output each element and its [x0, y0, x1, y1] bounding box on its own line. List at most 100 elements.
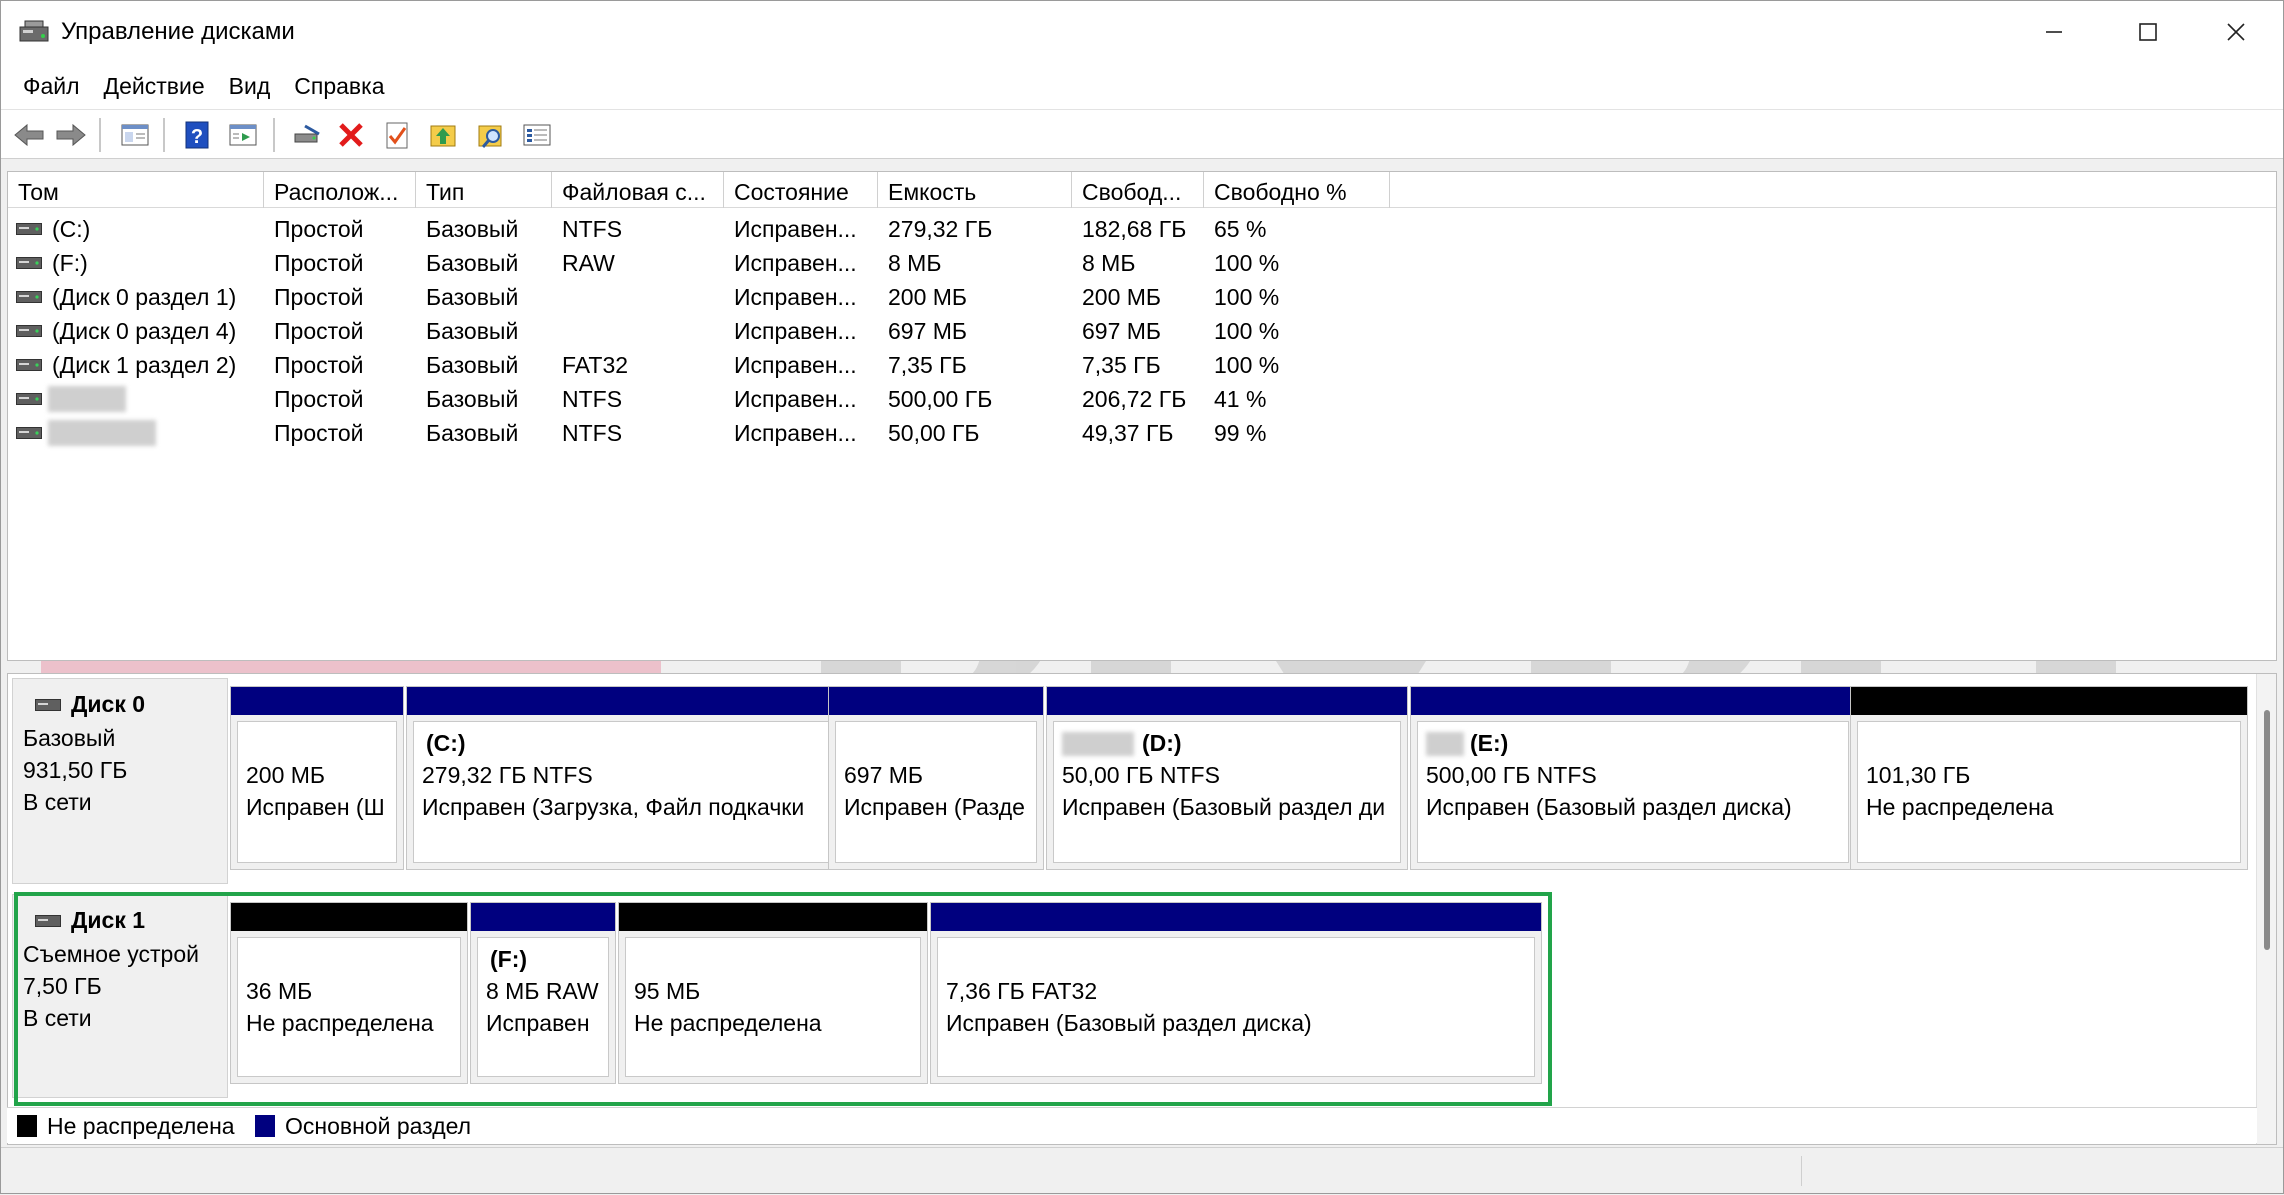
- table-row[interactable]: Простой Базовый NTFS Исправен... 50,00 ГБ 49,…: [8, 416, 2276, 450]
- partition-block[interactable]: 101,30 ГБ Не распределена: [1850, 686, 2248, 870]
- disk-title: Диск 0: [71, 691, 146, 717]
- partition-body: 200 МБ Исправен (Ш: [237, 721, 397, 863]
- partition-body: (D:) 50,00 ГБ NTFS Исправен (Базовый разде…: [1053, 721, 1401, 863]
- cell-type: Базовый: [426, 420, 519, 446]
- disk-icon: [35, 699, 61, 711]
- table-row[interactable]: Простой Базовый NTFS Исправен... 500,00 ГБ 20…: [8, 382, 2276, 416]
- partition-size: 697 МБ: [844, 762, 924, 788]
- col-free-pct[interactable]: Свободно %: [1204, 172, 1390, 208]
- partition-block[interactable]: (E:) 500,00 ГБ NTFS Исправен (Базовый разд…: [1410, 686, 1856, 870]
- disk-graph-view: Диск 0 Базовый 931,50 ГБ В сети 200 МБ Исправ…: [7, 673, 2277, 1145]
- partition-letter: (D:): [1142, 730, 1182, 756]
- graph-scrollbar[interactable]: [2256, 674, 2276, 1144]
- table-row[interactable]: (F:) Простой Базовый RAW Исправен... 8 МБ 8 МБ…: [8, 246, 2276, 280]
- cell-capacity: 50,00 ГБ: [888, 420, 980, 446]
- cell-name: (Диск 0 раздел 4): [52, 318, 237, 344]
- disk-management-window: Управление дисками Файл Действие Вид Спр…: [0, 0, 2284, 1194]
- cell-status: Исправен...: [734, 420, 857, 446]
- primary-partition-bar: [471, 903, 615, 931]
- status-divider: [1801, 1156, 1802, 1186]
- disk-icon: [35, 915, 61, 927]
- cell-free-pct: 100 %: [1214, 250, 1280, 276]
- redacted-volume-name: [48, 386, 126, 412]
- menu-file[interactable]: Файл: [11, 63, 92, 109]
- help-button[interactable]: ?: [179, 118, 215, 152]
- partition-letter: (F:): [490, 946, 528, 972]
- partition-size: 8 МБ RAW: [486, 978, 599, 1004]
- cell-status: Исправен...: [734, 386, 857, 412]
- cell-free-pct: 100 %: [1214, 318, 1280, 344]
- maximize-button[interactable]: [2101, 1, 2195, 63]
- unallocated-bar: [619, 903, 927, 931]
- partition-body: (C:) 279,32 ГБ NTFS Исправен (Загрузка, Фа…: [413, 721, 829, 863]
- primary-partition-bar: [231, 687, 403, 715]
- partition-block[interactable]: 95 МБ Не распределена: [618, 902, 928, 1084]
- cell-free: 7,35 ГБ: [1082, 352, 1161, 378]
- col-volume[interactable]: Том: [8, 172, 264, 208]
- legend-unallocated-label: Не распределена: [47, 1113, 235, 1139]
- table-row[interactable]: (C:) Простой Базовый NTFS Исправен... 279,32 …: [8, 212, 2276, 246]
- list-view-button[interactable]: [519, 118, 555, 152]
- col-capacity[interactable]: Емкость: [878, 172, 1072, 208]
- console-tree-icon: [121, 124, 149, 146]
- menu-action[interactable]: Действие: [92, 63, 217, 109]
- menu-view[interactable]: Вид: [217, 63, 283, 109]
- console-tree-button[interactable]: [117, 118, 153, 152]
- col-status[interactable]: Состояние: [724, 172, 878, 208]
- cell-layout: Простой: [274, 318, 364, 344]
- partition-block[interactable]: (C:) 279,32 ГБ NTFS Исправен (Загрузка, Фа…: [406, 686, 836, 870]
- partition-size: 36 МБ: [246, 978, 313, 1004]
- col-free[interactable]: Свобод...: [1072, 172, 1204, 208]
- partition-block[interactable]: 200 МБ Исправен (Ш: [230, 686, 404, 870]
- list-view-icon: [523, 124, 551, 146]
- disk-row-0: Диск 0 Базовый 931,50 ГБ В сети 200 МБ Исправ…: [8, 674, 2256, 888]
- partition-status: Исправен (Ш: [246, 794, 385, 820]
- folder-up-button[interactable]: [425, 118, 461, 152]
- col-filesystem[interactable]: Файловая с...: [552, 172, 724, 208]
- partition-block[interactable]: 7,36 ГБ FAT32 Исправен (Базовый раздел ди…: [930, 902, 1542, 1084]
- col-type[interactable]: Тип: [416, 172, 552, 208]
- status-bar: [1, 1147, 2283, 1193]
- partition-block[interactable]: 697 МБ Исправен (Разде: [828, 686, 1044, 870]
- minimize-button[interactable]: [2007, 1, 2101, 63]
- cell-free: 206,72 ГБ: [1082, 386, 1187, 412]
- cell-capacity: 279,32 ГБ: [888, 216, 993, 242]
- col-layout[interactable]: Располож...: [264, 172, 416, 208]
- find-button[interactable]: [473, 118, 509, 152]
- close-button[interactable]: [2189, 1, 2283, 63]
- cell-capacity: 500,00 ГБ: [888, 386, 993, 412]
- cell-type: Базовый: [426, 284, 519, 310]
- cell-fs: NTFS: [562, 216, 623, 242]
- disk-label-0[interactable]: Диск 0 Базовый 931,50 ГБ В сети: [12, 678, 228, 884]
- delete-button[interactable]: [333, 118, 369, 152]
- partition-block[interactable]: (F:) 8 МБ RAW Исправен: [470, 902, 616, 1084]
- properties-pane-button[interactable]: [225, 118, 261, 152]
- partition-block[interactable]: 36 МБ Не распределена: [230, 902, 468, 1084]
- partition-size: 95 МБ: [634, 978, 701, 1004]
- cell-layout: Простой: [274, 352, 364, 378]
- partition-status: Не распределена: [634, 1010, 822, 1036]
- disk-kind: Базовый: [23, 725, 116, 751]
- cell-free-pct: 100 %: [1214, 352, 1280, 378]
- table-row[interactable]: (Диск 0 раздел 1) Простой Базовый Исправен.…: [8, 280, 2276, 314]
- graph-scrollbar-thumb[interactable]: [2264, 710, 2270, 950]
- table-row[interactable]: (Диск 0 раздел 4) Простой Базовый Исправен.…: [8, 314, 2276, 348]
- cell-capacity: 7,35 ГБ: [888, 352, 967, 378]
- disk-label-1[interactable]: Диск 1 Съемное устрой 7,50 ГБ В сети: [12, 894, 228, 1098]
- table-row[interactable]: (Диск 1 раздел 2) Простой Базовый FAT32 Испр…: [8, 348, 2276, 382]
- menu-help[interactable]: Справка: [282, 63, 396, 109]
- partition-body: 697 МБ Исправен (Разде: [835, 721, 1037, 863]
- back-button[interactable]: [11, 118, 47, 152]
- cell-layout: Простой: [274, 386, 364, 412]
- primary-partition-bar: [1411, 687, 1855, 715]
- cell-capacity: 697 МБ: [888, 318, 968, 344]
- properties-pane-icon: [229, 124, 257, 146]
- forward-button[interactable]: [53, 118, 89, 152]
- properties-button[interactable]: [379, 118, 415, 152]
- cell-free-pct: 100 %: [1214, 284, 1280, 310]
- partition-block[interactable]: (D:) 50,00 ГБ NTFS Исправен (Базовый разде…: [1046, 686, 1408, 870]
- redacted-volume-name: [1426, 732, 1464, 756]
- partition-body: (F:) 8 МБ RAW Исправен: [477, 937, 609, 1077]
- cell-free: 182,68 ГБ: [1082, 216, 1187, 242]
- connect-drive-button[interactable]: [289, 118, 325, 152]
